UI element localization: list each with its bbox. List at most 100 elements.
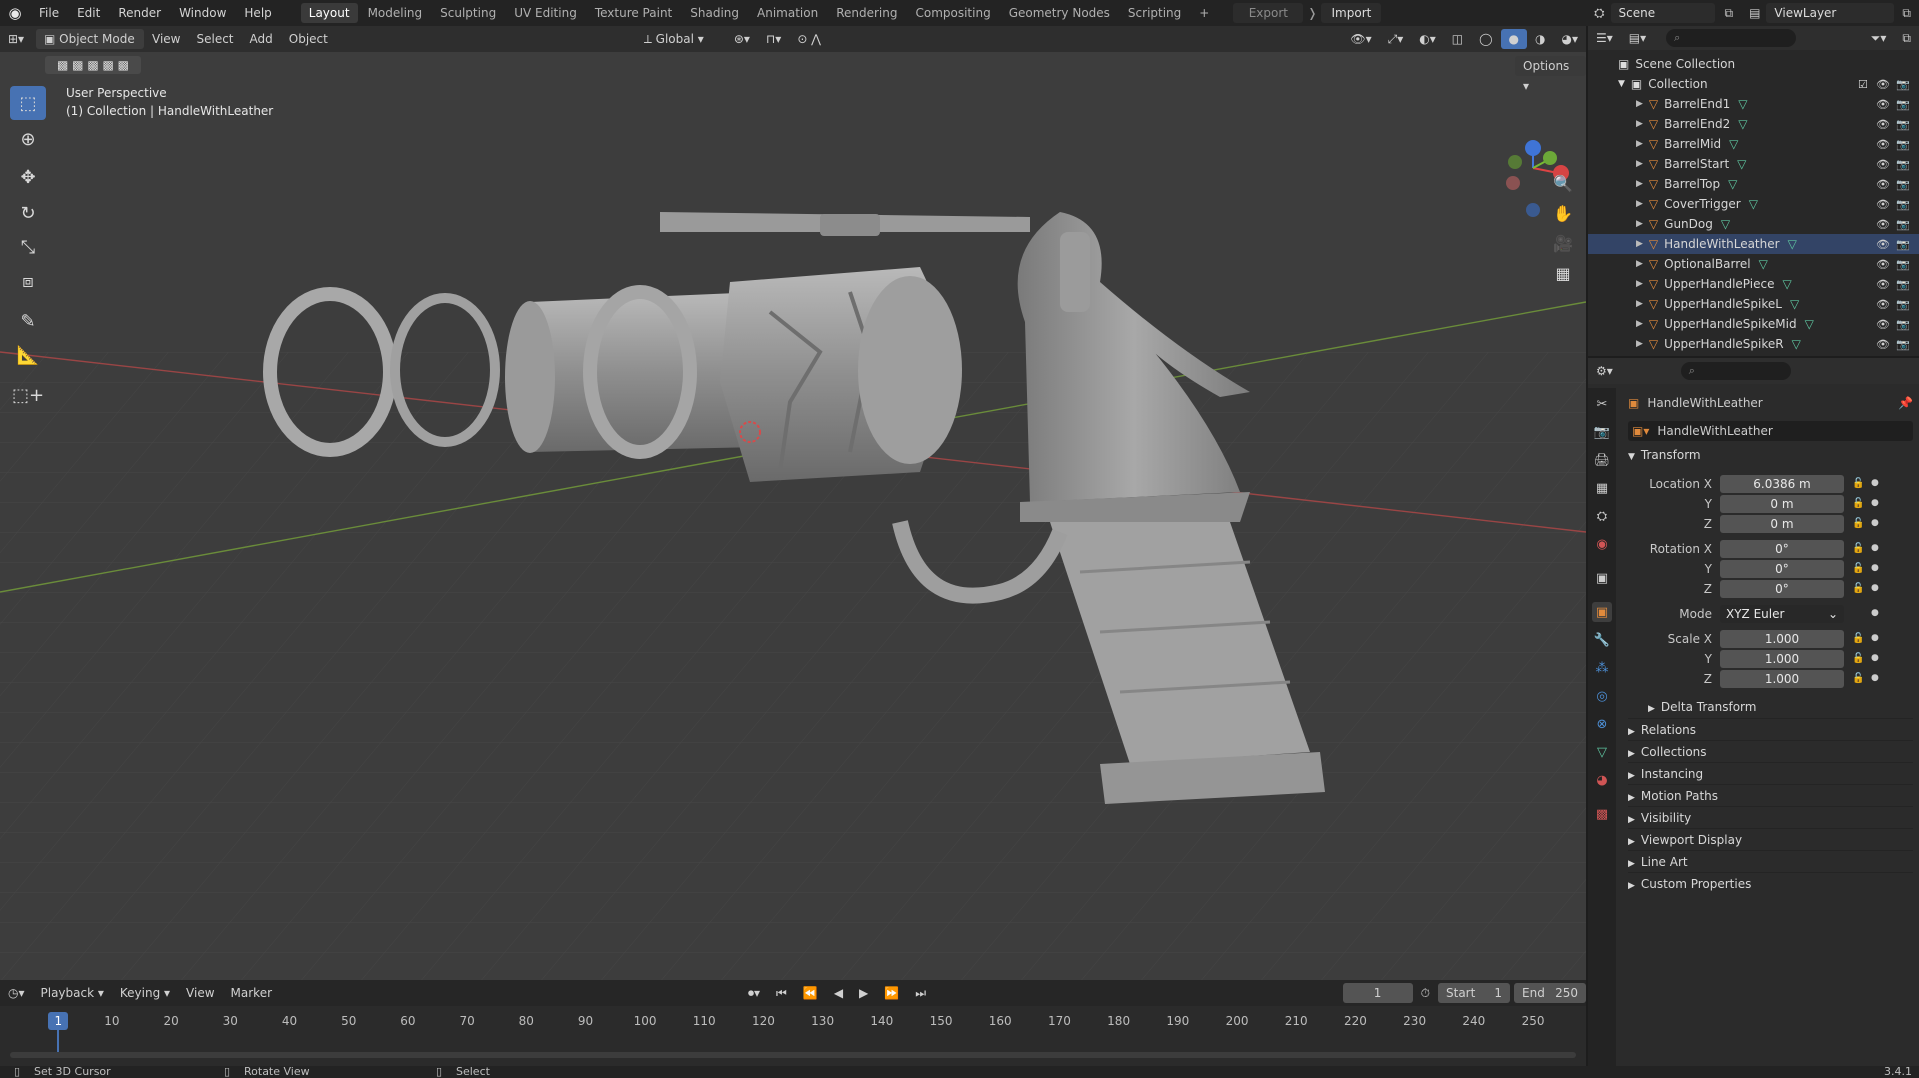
eye-icon[interactable]: 👁 <box>1876 318 1890 331</box>
menu-select[interactable]: Select <box>188 29 241 49</box>
tab-geometry-nodes[interactable]: Geometry Nodes <box>1001 3 1118 23</box>
keyframe-dot-icon[interactable]: ● <box>1871 498 1879 508</box>
pivot-icon[interactable]: ⊛▾ <box>726 29 758 49</box>
mesh-data-icon[interactable]: ▽ <box>1788 237 1797 251</box>
eye-icon[interactable]: 👁 <box>1876 78 1890 91</box>
overlay-icon[interactable]: ◐▾ <box>1411 29 1444 49</box>
eye-icon[interactable]: 👁 <box>1876 138 1890 151</box>
timeline-editor-icon[interactable]: ◷▾ <box>0 983 33 1003</box>
select-box-icon[interactable]: ⬚ <box>10 86 46 120</box>
mesh-data-icon[interactable]: ▽ <box>1805 317 1814 331</box>
next-keyframe-icon[interactable]: ⏩ <box>876 983 907 1003</box>
lock-icon[interactable]: 🔓 <box>1852 633 1864 644</box>
constraints-tab-icon[interactable]: ⊗ <box>1592 714 1612 734</box>
shading-material-icon[interactable]: ◑ <box>1527 29 1553 49</box>
keyframe-dot-icon[interactable]: ● <box>1871 563 1879 573</box>
tab-scripting[interactable]: Scripting <box>1120 3 1189 23</box>
new-scene-icon[interactable]: ⧉ <box>1725 6 1734 21</box>
play-icon[interactable]: ▶ <box>851 983 876 1003</box>
camera-icon[interactable]: 📷 <box>1896 78 1910 91</box>
annotate-tool-icon[interactable]: ✎ <box>10 304 46 338</box>
camera-icon[interactable]: 📷 <box>1896 278 1910 291</box>
mesh-data-icon[interactable]: ▽ <box>1737 157 1746 171</box>
world-tab-icon[interactable]: ◉ <box>1592 534 1612 554</box>
tool-tab-icon[interactable]: ✂ <box>1592 394 1612 414</box>
rotation-x-field[interactable]: 0° <box>1720 540 1844 558</box>
object-tab-icon[interactable]: ▣ <box>1592 602 1612 622</box>
ortho-grid-icon[interactable]: ▦ <box>1550 260 1576 286</box>
lock-icon[interactable]: 🔓 <box>1852 653 1864 664</box>
camera-icon[interactable]: 📷 <box>1896 318 1910 331</box>
rotate-tool-icon[interactable]: ↻ <box>10 196 46 230</box>
mesh-data-icon[interactable]: ▽ <box>1749 197 1758 211</box>
camera-icon[interactable]: 📷 <box>1896 118 1910 131</box>
expand-arrow-icon[interactable]: ▶ <box>1636 99 1643 109</box>
keyframe-dot-icon[interactable]: ● <box>1871 518 1879 528</box>
gizmo-icon[interactable]: ⤢▾ <box>1380 29 1412 49</box>
menu-file[interactable]: File <box>30 0 68 26</box>
tab-texture-paint[interactable]: Texture Paint <box>587 3 680 23</box>
texture-tab-icon[interactable]: ▩ <box>1592 804 1612 824</box>
outliner-item[interactable]: ▶ ▽ BarrelEnd2 ▽ 👁 📷 <box>1588 114 1919 134</box>
mesh-data-icon[interactable]: ▽ <box>1782 277 1791 291</box>
mode-selector[interactable]: ▣ Object Mode <box>36 29 144 49</box>
lock-icon[interactable]: 🔓 <box>1852 563 1864 574</box>
play-reverse-icon[interactable]: ◀ <box>826 983 851 1003</box>
shading-solid-icon[interactable]: ● <box>1500 29 1528 49</box>
new-collection-icon[interactable]: ⧉ <box>1894 28 1919 48</box>
rotation-mode-select[interactable]: XYZ Euler ⌄ <box>1720 605 1844 623</box>
keyframe-dot-icon[interactable]: ● <box>1871 633 1879 643</box>
mesh-data-icon[interactable]: ▽ <box>1792 337 1801 351</box>
panel-line-art[interactable]: ▶ Line Art <box>1628 850 1913 872</box>
eye-icon[interactable]: 👁 <box>1876 298 1890 311</box>
location-x-field[interactable]: 6.0386 m <box>1720 475 1844 493</box>
eye-icon[interactable]: 👁 <box>1876 118 1890 131</box>
outliner-editor-icon[interactable]: ☰▾ <box>1588 28 1621 48</box>
keyframe-dot-icon[interactable]: ● <box>1871 673 1879 683</box>
blender-logo-icon[interactable]: ◉ <box>0 4 30 22</box>
outliner-item[interactable]: ▶ ▽ UpperHandlePiece ▽ 👁 📷 <box>1588 274 1919 294</box>
panel-visibility[interactable]: ▶ Visibility <box>1628 806 1913 828</box>
panel-viewport-display[interactable]: ▶ Viewport Display <box>1628 828 1913 850</box>
new-viewlayer-icon[interactable]: ⧉ <box>1902 6 1911 21</box>
particles-tab-icon[interactable]: ⁂ <box>1592 658 1612 678</box>
properties-editor-icon[interactable]: ⚙▾ <box>1588 361 1621 381</box>
eye-icon[interactable]: 👁 <box>1876 158 1890 171</box>
lock-icon[interactable]: 🔓 <box>1852 673 1864 684</box>
panel-relations[interactable]: ▶ Relations <box>1628 718 1913 740</box>
outliner-item[interactable]: ▶ ▽ BarrelTop ▽ 👁 📷 <box>1588 174 1919 194</box>
mesh-data-icon[interactable]: ▽ <box>1759 257 1768 271</box>
location-y-field[interactable]: 0 m <box>1720 495 1844 513</box>
eye-icon[interactable]: 👁 <box>1876 218 1890 231</box>
3d-viewport[interactable]: ▩ ▩ ▩ ▩ ▩ User Perspective (1) Collectio… <box>0 52 1586 980</box>
keyframe-dot-icon[interactable]: ● <box>1871 608 1879 618</box>
rotation-z-field[interactable]: 0° <box>1720 580 1844 598</box>
panel-motion-paths[interactable]: ▶ Motion Paths <box>1628 784 1913 806</box>
eye-icon[interactable]: 👁 <box>1876 198 1890 211</box>
outliner-scene-collection[interactable]: ▣ Scene Collection <box>1588 54 1919 74</box>
proportional-edit-icon[interactable]: ⊙ ⋀ <box>789 29 829 49</box>
camera-icon[interactable]: 📷 <box>1896 238 1910 251</box>
data-tab-icon[interactable]: ▽ <box>1592 742 1612 762</box>
scene-selector[interactable]: Scene <box>1610 3 1715 23</box>
mesh-data-icon[interactable]: ▽ <box>1738 117 1747 131</box>
tab-shading[interactable]: Shading <box>682 3 747 23</box>
xray-icon[interactable]: ◫ <box>1444 29 1471 49</box>
collection-tab-icon[interactable]: ▣ <box>1592 568 1612 588</box>
physics-tab-icon[interactable]: ◎ <box>1592 686 1612 706</box>
mesh-data-icon[interactable]: ▽ <box>1728 177 1737 191</box>
menu-edit[interactable]: Edit <box>68 0 109 26</box>
tab-rendering[interactable]: Rendering <box>828 3 905 23</box>
camera-icon[interactable]: 📷 <box>1896 98 1910 111</box>
lock-icon[interactable]: 🔓 <box>1852 583 1864 594</box>
mesh-data-icon[interactable]: ▽ <box>1721 217 1730 231</box>
keyframe-dot-icon[interactable]: ● <box>1871 583 1879 593</box>
menu-object[interactable]: Object <box>281 29 336 49</box>
lock-icon[interactable]: 🔓 <box>1852 498 1864 509</box>
cursor-tool-icon[interactable]: ⊕ <box>10 122 46 156</box>
outliner-collection[interactable]: ▼ ▣ Collection ☑ 👁 📷 <box>1588 74 1919 94</box>
eye-icon[interactable]: 👁 <box>1876 238 1890 251</box>
tab-compositing[interactable]: Compositing <box>907 3 998 23</box>
camera-icon[interactable]: 📷 <box>1896 138 1910 151</box>
camera-view-icon[interactable]: 🎥 <box>1550 230 1576 256</box>
